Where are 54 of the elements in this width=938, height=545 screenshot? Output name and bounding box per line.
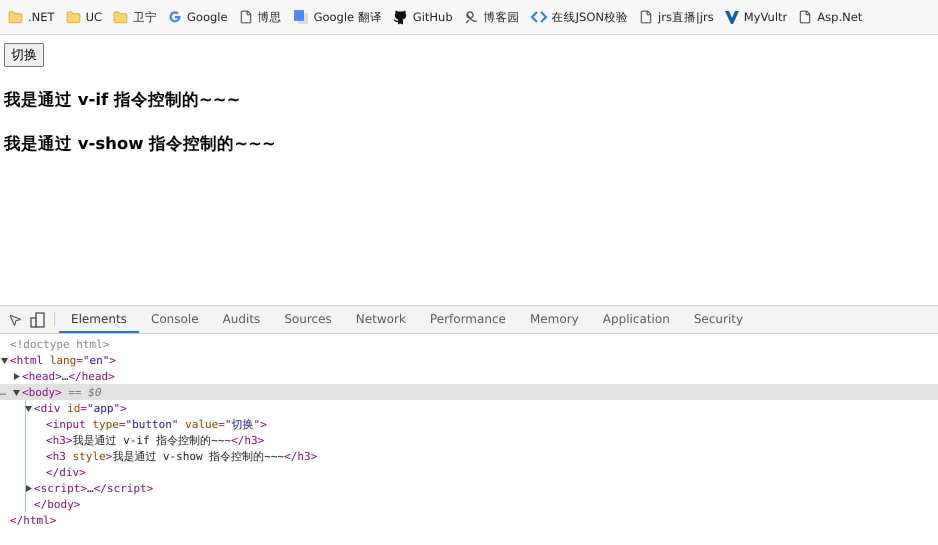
devtools-tab[interactable]: Memory <box>518 306 591 333</box>
bookmark[interactable]: Google 翻译 <box>292 9 382 25</box>
page-icon <box>639 10 654 24</box>
bookmark[interactable]: jrs直播|jrs <box>639 10 714 24</box>
expand-triangle-icon[interactable] <box>0 356 9 364</box>
dom-node-row[interactable]: … <body> == $0 <box>0 384 938 400</box>
bookmark[interactable]: 卫宁 <box>113 10 158 24</box>
devtools-tab[interactable]: Console <box>138 306 211 333</box>
folder-icon <box>113 10 128 24</box>
more-dots-icon[interactable]: … <box>0 386 6 398</box>
dom-node-row[interactable]: <!doctype html> <box>0 336 938 352</box>
dom-node-row[interactable]: <script>…</script> <box>0 480 938 496</box>
blog-icon <box>464 10 479 24</box>
page-icon <box>798 10 812 24</box>
bookmark[interactable]: UC <box>66 10 102 24</box>
devtools-tab[interactable]: Network <box>344 306 418 333</box>
github-icon <box>392 10 408 24</box>
heading: 我是通过 v-show 指令控制的~~~ <box>4 133 277 155</box>
dom-node-row[interactable]: </body> <box>0 496 938 512</box>
dom-node-row[interactable]: <h3>我是通过 v-if 指令控制的~~~</h3> <box>0 432 938 448</box>
expand-triangle-icon[interactable] <box>24 404 33 412</box>
bookmark[interactable]: GitHub <box>392 10 453 24</box>
dom-node-row[interactable]: <input type="button" value="切换"> <box>0 416 938 432</box>
heading: 我是通过 v-if 指令控制的~~~ <box>4 89 242 111</box>
v-logo-icon <box>724 10 739 24</box>
folder-icon <box>8 10 23 24</box>
expand-triangle-icon[interactable] <box>12 388 21 396</box>
bookmark[interactable]: 博思 <box>238 10 282 24</box>
dom-node-row[interactable]: <head>…</head> <box>0 368 938 384</box>
bookmark[interactable]: .NET <box>8 10 55 24</box>
devtools-tab[interactable]: Elements <box>59 306 139 333</box>
devtools-tab[interactable]: Performance <box>418 306 518 333</box>
dom-node-row[interactable]: </html> <box>0 512 938 528</box>
bookmark[interactable]: Asp.Net <box>798 10 862 24</box>
devtools-tab[interactable]: Audits <box>210 306 272 333</box>
toggle-button[interactable]: 切换 <box>4 43 44 67</box>
expand-triangle-icon[interactable] <box>24 484 33 492</box>
translate-icon <box>292 9 309 25</box>
dom-node-row[interactable]: </div> <box>0 464 938 480</box>
dom-node-row[interactable]: <html lang="en"> <box>0 352 938 368</box>
devtools-tab[interactable]: Application <box>590 306 682 333</box>
bookmark[interactable]: 博客园 <box>464 10 520 24</box>
dom-node-row[interactable]: <h3 style>我是通过 v-show 指令控制的~~~</h3> <box>0 448 938 464</box>
code-icon <box>530 11 547 23</box>
google-icon <box>168 10 182 24</box>
dom-node-row[interactable]: <div id="app"> <box>0 400 938 416</box>
bookmark[interactable]: MyVultr <box>724 10 788 24</box>
expand-triangle-icon[interactable] <box>12 372 21 380</box>
bookmark[interactable]: Google <box>168 10 228 24</box>
page-icon <box>238 10 253 24</box>
folder-icon <box>66 10 81 24</box>
devtools-tab[interactable]: Security <box>682 306 756 333</box>
devtools-tab[interactable]: Sources <box>272 306 344 333</box>
bookmark[interactable]: 在线JSON校验 <box>530 10 628 24</box>
